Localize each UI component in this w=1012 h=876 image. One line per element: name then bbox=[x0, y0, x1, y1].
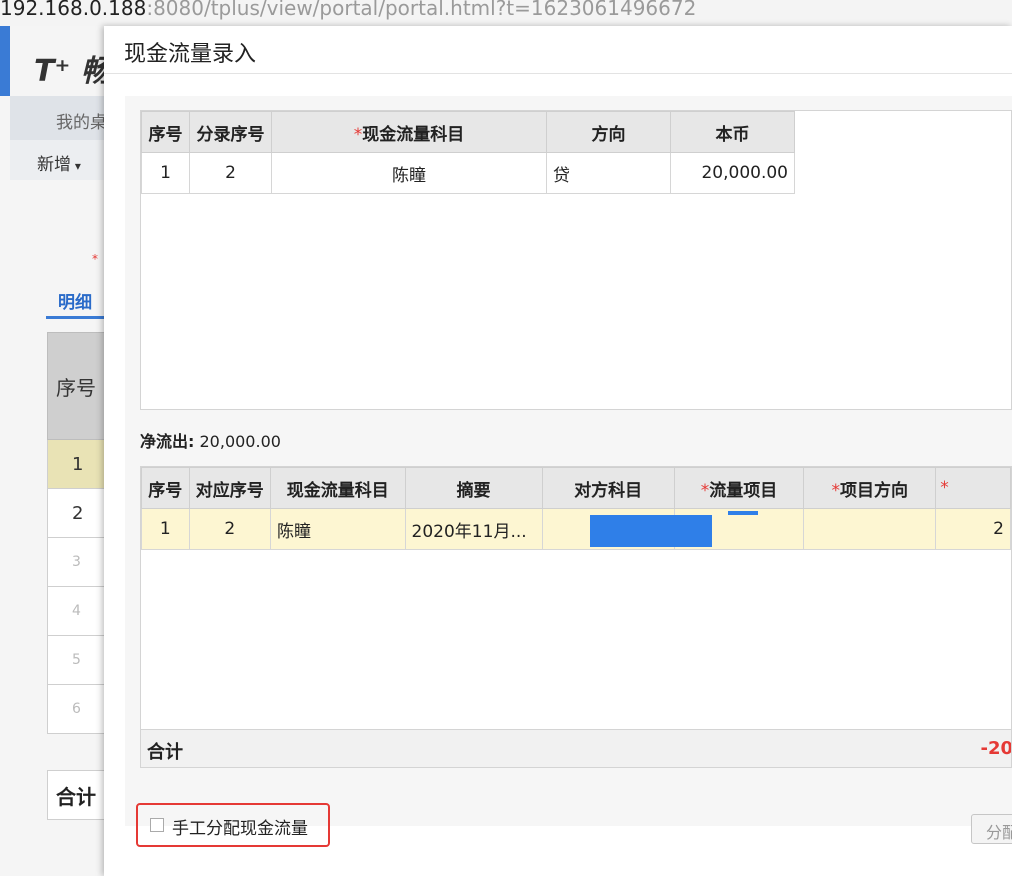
grid-header-seq: 序号 bbox=[47, 332, 107, 440]
url-host: 192.168.0.188 bbox=[0, 0, 147, 20]
col-seq[interactable]: 序号 bbox=[141, 111, 190, 153]
table-row[interactable]: 5 bbox=[47, 636, 107, 685]
cell-cash-flow-subject[interactable]: 陈瞳 bbox=[271, 152, 547, 194]
col-item-direction[interactable]: *项目方向 bbox=[803, 467, 937, 509]
background-grid: 序号 1 2 3 4 5 6 bbox=[47, 332, 107, 734]
col-summary[interactable]: 摘要 bbox=[404, 467, 543, 509]
col-local-currency[interactable]: 本币 bbox=[670, 111, 795, 153]
col-flow-item[interactable]: *流量项目 bbox=[673, 467, 805, 509]
cash-flow-entry-dialog: 现金流量录入 序号 分录序号 *现金流量科目 方向 本币 1 2 陈瞳 贷 20… bbox=[104, 26, 1012, 876]
col-cash-flow-subject[interactable]: 现金流量科目 bbox=[270, 467, 406, 509]
table-row[interactable]: 1 bbox=[47, 440, 107, 489]
app-logo: T⁺ 畅 bbox=[34, 54, 111, 89]
browser-url-bar[interactable]: 192.168.0.188:8080/tplus/view/portal/por… bbox=[0, 0, 1012, 26]
cell-direction[interactable]: 贷 bbox=[546, 152, 671, 194]
cash-flow-subject-grid: 序号 分录序号 *现金流量科目 方向 本币 1 2 陈瞳 贷 20,000.00 bbox=[140, 110, 1012, 410]
total-label: 合计 bbox=[147, 742, 183, 763]
new-button-label: 新增 bbox=[37, 155, 71, 175]
required-mark: * bbox=[353, 124, 363, 145]
table-row[interactable]: 1 2 陈瞳 贷 20,000.00 bbox=[141, 152, 795, 194]
flow-item-marker bbox=[728, 511, 758, 515]
total-row: 合计 -20 bbox=[141, 729, 1012, 767]
col-seq[interactable]: 序号 bbox=[141, 467, 190, 509]
counter-subject-editor[interactable] bbox=[590, 515, 712, 547]
table-row[interactable]: 6 bbox=[47, 685, 107, 734]
col-entry-seq[interactable]: 分录序号 bbox=[189, 111, 272, 153]
cash-flow-item-table: 序号 对应序号 现金流量科目 摘要 对方科目 *流量项目 *项目方向 * 1 2… bbox=[141, 467, 1011, 550]
tab-active-indicator bbox=[46, 316, 106, 319]
required-mark: * bbox=[92, 252, 98, 266]
cell-match-seq[interactable]: 2 bbox=[188, 508, 272, 550]
required-mark: * bbox=[940, 478, 949, 498]
cell-summary[interactable]: 2020年11月... bbox=[404, 508, 543, 550]
background-total: 合计 bbox=[47, 770, 107, 820]
col-match-seq[interactable]: 对应序号 bbox=[188, 467, 272, 509]
cell-local-currency[interactable]: 20,000.00 bbox=[670, 152, 795, 194]
url-path: :8080/tplus/view/portal/portal.html?t=16… bbox=[146, 0, 697, 20]
cash-flow-item-grid: 序号 对应序号 现金流量科目 摘要 对方科目 *流量项目 *项目方向 * 1 2… bbox=[140, 466, 1012, 768]
new-button[interactable]: 新增 ▾ bbox=[37, 150, 81, 175]
allocate-button[interactable]: 分配 bbox=[971, 814, 1012, 844]
cell-seq[interactable]: 1 bbox=[141, 152, 190, 194]
table-row[interactable]: 1 2 陈瞳 2020年11月... 2 bbox=[141, 508, 1011, 550]
table-row[interactable]: 2 bbox=[47, 489, 107, 538]
chevron-down-icon: ▾ bbox=[71, 159, 81, 173]
divider bbox=[104, 73, 1012, 74]
dialog-title: 现金流量录入 bbox=[124, 42, 257, 67]
cell-amount[interactable]: 2 bbox=[935, 508, 1011, 550]
cell-seq[interactable]: 1 bbox=[141, 508, 190, 550]
table-row[interactable]: 3 bbox=[47, 538, 107, 587]
cell-entry-seq[interactable]: 2 bbox=[189, 152, 272, 194]
col-counter-subject[interactable]: 对方科目 bbox=[541, 467, 675, 509]
brand-strip bbox=[0, 26, 10, 96]
total-value: -20 bbox=[980, 738, 1012, 759]
cash-flow-subject-table: 序号 分录序号 *现金流量科目 方向 本币 1 2 陈瞳 贷 20,000.00 bbox=[141, 111, 795, 194]
manual-allocate-checkbox[interactable] bbox=[150, 818, 164, 832]
manual-allocate-option[interactable]: 手工分配现金流量 bbox=[136, 803, 330, 847]
col-label: 流量项目 bbox=[709, 480, 778, 501]
required-mark: * bbox=[831, 480, 840, 501]
col-amount[interactable]: * bbox=[935, 467, 1011, 509]
col-label: 现金流量科目 bbox=[362, 124, 465, 145]
tab-detail[interactable]: 明细 bbox=[58, 288, 92, 313]
cell-item-direction[interactable] bbox=[803, 508, 937, 550]
net-outflow-value: 20,000.00 bbox=[199, 432, 281, 451]
net-outflow: 净流出: 20,000.00 bbox=[140, 428, 281, 452]
manual-allocate-label: 手工分配现金流量 bbox=[172, 819, 308, 839]
col-cash-flow-subject[interactable]: *现金流量科目 bbox=[271, 111, 547, 153]
nav-item-desktop[interactable]: 我的桌 bbox=[56, 108, 107, 133]
table-row[interactable]: 4 bbox=[47, 587, 107, 636]
col-direction[interactable]: 方向 bbox=[546, 111, 671, 153]
cell-cash-flow-subject[interactable]: 陈瞳 bbox=[270, 508, 406, 550]
required-mark: * bbox=[700, 480, 710, 501]
col-label: 项目方向 bbox=[839, 480, 908, 501]
net-outflow-label: 净流出: bbox=[140, 432, 195, 451]
